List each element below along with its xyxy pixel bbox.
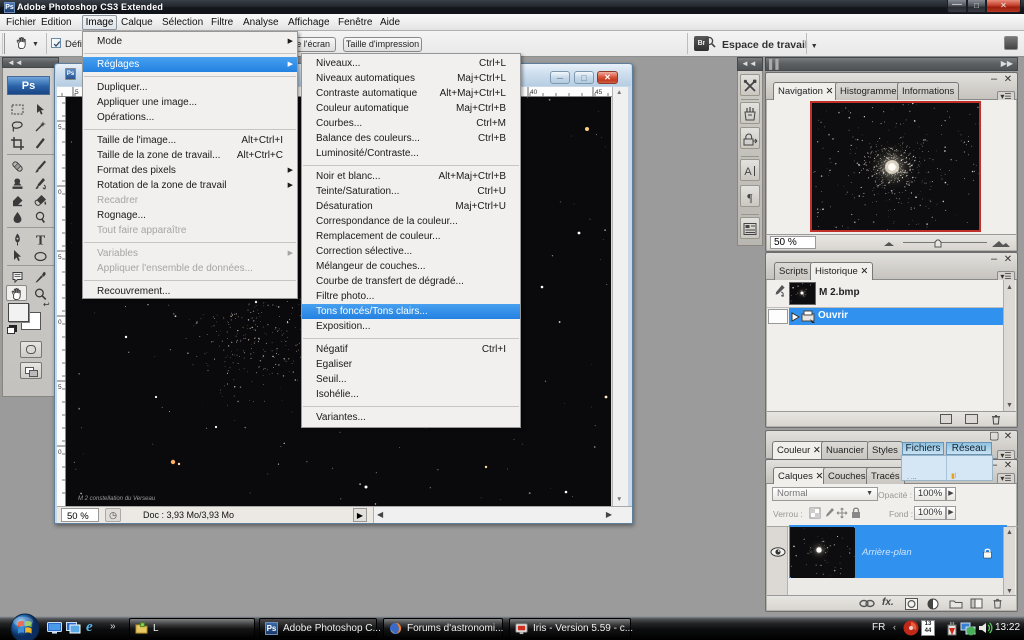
svg-text:0: 0 xyxy=(58,189,62,196)
svg-text:0: 0 xyxy=(58,449,62,456)
svg-text:A: A xyxy=(744,166,752,178)
svg-text:40: 40 xyxy=(530,89,538,96)
svg-text:¶: ¶ xyxy=(747,191,753,205)
svg-text:5: 5 xyxy=(75,89,79,96)
svg-text:5: 5 xyxy=(58,124,62,131)
svg-text:5: 5 xyxy=(58,254,62,261)
svg-text:5: 5 xyxy=(58,384,62,391)
svg-text:0: 0 xyxy=(58,319,62,326)
svg-text:T: T xyxy=(36,233,46,248)
svg-text:45: 45 xyxy=(595,89,603,96)
